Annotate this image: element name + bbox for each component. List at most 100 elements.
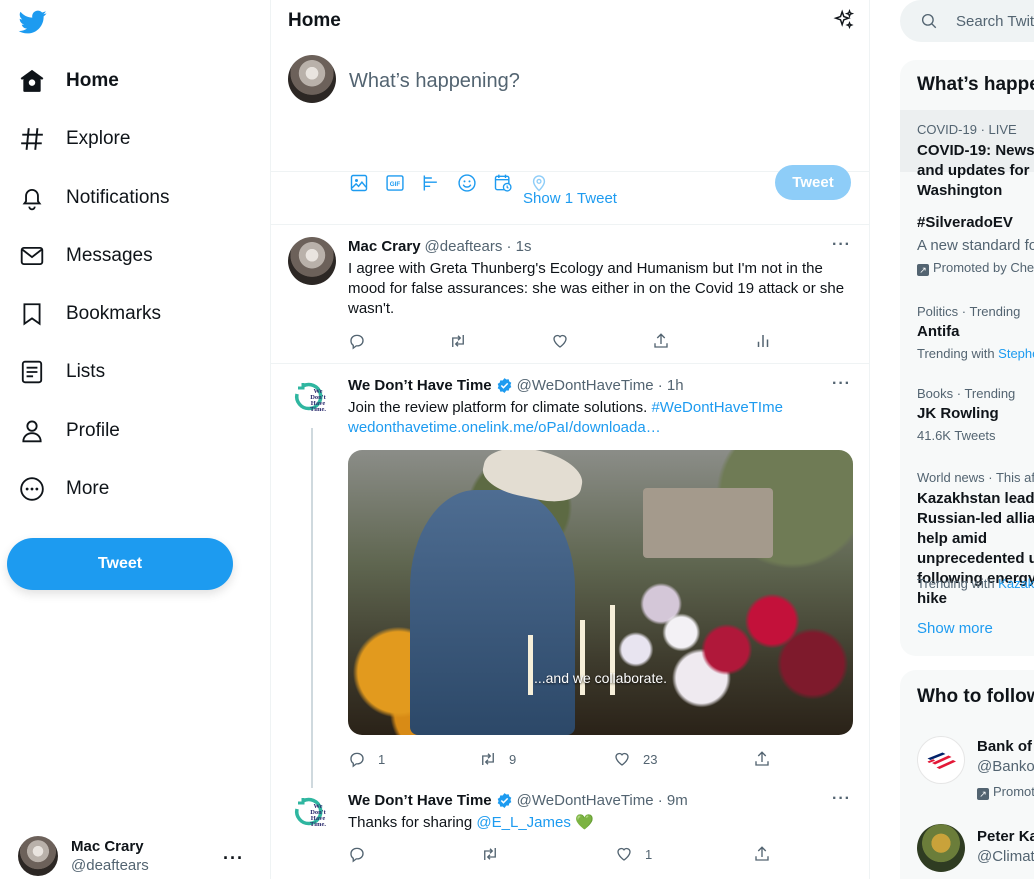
avatar[interactable]: We Don't Have Time. (288, 374, 336, 422)
video-scene-candle (528, 635, 533, 695)
promoted-icon: ↗ (917, 264, 929, 276)
search-bar[interactable] (900, 0, 1034, 42)
nav-home[interactable]: Home (18, 61, 119, 101)
hashtag-link[interactable]: #WeDontHaveTIme (651, 399, 782, 416)
like-count: 23 (643, 751, 658, 767)
reply-count: 1 (378, 751, 386, 767)
search-input[interactable] (956, 12, 1034, 30)
like-button[interactable]: 23 (613, 750, 657, 768)
reply-icon (350, 334, 364, 350)
more-horizontal-icon[interactable]: ··· (223, 848, 244, 869)
tweet-text: Thanks for sharing @E_L_James 💚 (348, 813, 853, 833)
trend-sub-link[interactable]: Kazakhstan (998, 576, 1034, 591)
reply-button[interactable] (348, 845, 366, 863)
tweet-video[interactable]: ...and we collaborate. (348, 450, 853, 735)
more-horizontal-icon[interactable]: ··· (832, 375, 851, 393)
share-button[interactable] (753, 845, 771, 863)
tweet-author[interactable]: We Don’t Have Time (348, 792, 492, 809)
avatar (917, 824, 965, 872)
svg-text:GIF: GIF (390, 181, 401, 188)
retweet-icon (484, 848, 496, 860)
like-button[interactable]: 1 (615, 845, 652, 863)
analytics-button[interactable] (754, 332, 772, 350)
reply-icon (350, 847, 364, 863)
compose-tweet-button[interactable]: Tweet (775, 165, 851, 200)
retweet-button[interactable] (481, 845, 499, 863)
heart-icon (553, 334, 567, 348)
nav-more[interactable]: More (18, 469, 109, 509)
trend-context: Books · Trending (917, 386, 1016, 401)
tweet-author[interactable]: We Don’t Have Time (348, 377, 492, 394)
follow-name: Bank of America (977, 738, 1034, 755)
account-switcher[interactable]: Mac Crary @deaftears ··· (18, 834, 258, 878)
main-timeline: Home GIF Tweet Show 1 Tweet Mac (270, 0, 870, 879)
location-icon[interactable] (529, 173, 549, 193)
share-icon (654, 333, 668, 348)
like-button[interactable] (551, 332, 569, 350)
video-caption: ...and we collaborate. (533, 670, 668, 686)
avatar[interactable] (288, 237, 336, 285)
trends-title: What’s happening (917, 74, 1034, 95)
green-heart-icon: 💚 (575, 814, 594, 831)
nav-notifications[interactable]: Notifications (18, 178, 170, 218)
follow-suggestion[interactable]: Peter Kalmus @ClimateHuman (917, 822, 1034, 879)
compose-input[interactable] (349, 70, 829, 93)
nav-label: Profile (66, 420, 120, 441)
emoji-icon[interactable] (457, 173, 477, 193)
nav-lists[interactable]: Lists (18, 352, 105, 392)
trend-item[interactable]: World news · This afternoon Kazakhstan l… (900, 464, 1034, 607)
more-horizontal-icon[interactable]: ··· (832, 236, 851, 254)
nav-bookmarks[interactable]: Bookmarks (18, 294, 161, 334)
mention-link[interactable]: @E_L_James (476, 814, 570, 831)
bookmark-icon (18, 300, 46, 328)
trend-sub-text: Promoted by Chevrolet (933, 260, 1034, 275)
sparkle-icon[interactable] (833, 8, 855, 31)
trend-item[interactable]: #SilveradoEV A new standard for EV picku… (900, 200, 1034, 280)
nav-label: Notifications (66, 187, 170, 208)
gif-icon[interactable]: GIF (385, 173, 405, 193)
nav-profile[interactable]: Profile (18, 411, 120, 451)
image-icon[interactable] (349, 173, 369, 193)
url-link[interactable]: wedonthavetime.onelink.me/oPaI/downloada… (348, 419, 661, 436)
tweet-meta: @deaftears · 1s (424, 238, 532, 255)
tweet-button[interactable]: Tweet (7, 538, 233, 590)
tweet-composer: GIF Tweet (271, 42, 869, 200)
video-scene-grave (643, 488, 773, 558)
trends-panel: What’s happening COVID-19 · LIVE COVID-1… (900, 60, 1034, 656)
trend-title: Antifa (917, 323, 960, 340)
twitter-bird-icon[interactable] (18, 8, 48, 36)
tweet-author[interactable]: Mac Crary (348, 238, 421, 255)
retweet-button[interactable] (449, 332, 467, 350)
trend-desc: A new standard for EV pickups (917, 237, 1034, 254)
show-more-link[interactable]: Show more (917, 620, 993, 637)
retweet-button[interactable]: 9 (479, 750, 516, 768)
tweet-text: I agree with Greta Thunberg's Ecology an… (348, 260, 845, 317)
trend-item[interactable]: Politics · Trending Antifa Trending with… (900, 296, 1034, 366)
trend-item[interactable]: COVID-19 · LIVE COVID-19: News and updat… (900, 110, 1034, 199)
share-button[interactable] (753, 750, 771, 768)
reply-button[interactable]: 1 (348, 750, 385, 768)
promoted-label: ↗ Promoted (977, 784, 1034, 800)
tweet[interactable]: We Don't Have Time. We Don’t Have Time @WeD… (271, 787, 869, 879)
tweet[interactable]: Mac Crary @deaftears · 1s ··· I agree wi… (271, 225, 869, 364)
trend-item[interactable]: Books · Trending JK Rowling 41.6K Tweets (900, 380, 1034, 450)
avatar[interactable]: We Don't Have Time. (288, 789, 336, 837)
trend-sub-prefix: Trending with (917, 576, 999, 591)
search-icon (921, 13, 937, 29)
nav-messages[interactable]: Messages (18, 236, 153, 276)
schedule-icon[interactable] (493, 173, 513, 193)
tweet-meta: @WeDontHaveTime · 9m (516, 792, 688, 809)
reply-button[interactable] (348, 332, 366, 350)
who-to-follow-title: Who to follow (917, 686, 1034, 707)
retweet-icon (452, 335, 464, 347)
poll-icon[interactable] (421, 173, 441, 193)
follow-suggestion[interactable]: Bank of America @BankofAmerica ↗ Promoted (917, 732, 1034, 802)
nav-explore[interactable]: Explore (18, 119, 130, 159)
more-horizontal-icon[interactable]: ··· (832, 790, 851, 808)
tweet[interactable]: We Don't Have Time. We Don’t Have Time @WeD… (271, 364, 869, 788)
nav-label: Messages (66, 245, 153, 266)
nav-label: Lists (66, 361, 106, 382)
trend-sub-link[interactable]: Stephen (998, 346, 1034, 361)
share-button[interactable] (652, 332, 670, 350)
nav-label: Bookmarks (66, 303, 162, 324)
